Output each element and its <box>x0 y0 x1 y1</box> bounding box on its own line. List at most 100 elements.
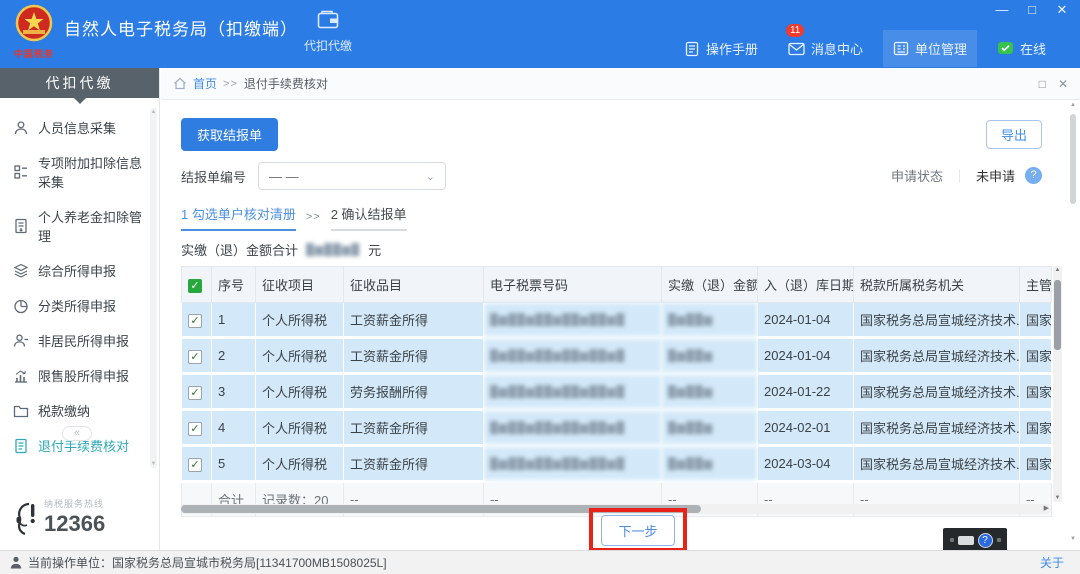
user-icon <box>10 556 22 569</box>
window-close-button[interactable]: ✕ <box>1054 2 1070 18</box>
scroll-down-icon[interactable]: ▼ <box>1053 495 1062 501</box>
apply-status-row: 申请状态 ｜ 未申请 ? <box>891 166 1042 185</box>
row-checkbox-cell: ✓ <box>181 445 212 483</box>
panel-scroll-thumb[interactable] <box>1070 114 1076 204</box>
summary-label: 实缴（退）金额合计 <box>181 243 299 258</box>
widget-help-icon[interactable]: ? <box>977 532 993 548</box>
sidebar-item-classified-income[interactable]: 分类所得申报 <box>0 288 159 323</box>
scroll-down-icon[interactable]: ▼ <box>150 461 157 467</box>
tab-daikou-daijiao[interactable]: 代扣代缴 <box>298 10 358 54</box>
table-row[interactable]: ✓ 2 个人所得税 工资薪金所得 █▆██▆██▆██▆██▆█ █▆██▆ 2… <box>181 337 1052 375</box>
cell-seq: 2 <box>211 337 256 375</box>
col-header-project: 征收项目 <box>255 266 344 303</box>
online-status-link[interactable]: 在线 <box>987 30 1056 67</box>
scroll-up-icon[interactable]: ▲ <box>1069 102 1077 108</box>
row-checkbox-cell: ✓ <box>181 373 212 411</box>
widget-dot-icon <box>949 538 954 542</box>
col-header-item: 征收品目 <box>343 266 484 303</box>
select-all-checkbox[interactable]: ✓ <box>188 278 202 293</box>
sidebar-menu: 人员信息采集 专项附加扣除信息采集 个人养老金扣除管理 综合所得申报 分类所得申… <box>0 98 159 463</box>
row-checkbox[interactable]: ✓ <box>188 349 202 364</box>
vertical-scroll-thumb[interactable] <box>1054 280 1061 350</box>
panel-scrollbar[interactable]: ▲ ▼ <box>1069 102 1077 542</box>
sidebar-item-label: 人员信息采集 <box>38 121 117 136</box>
fetch-settlement-button[interactable]: 获取结报单 <box>181 118 279 151</box>
table-row[interactable]: ✓ 1 个人所得税 工资薪金所得 █▆██▆██▆██▆██▆█ █▆██▆ 2… <box>181 302 1052 339</box>
widget-dot-icon <box>996 538 1001 542</box>
sidebar-item-tax-payment[interactable]: 税款缴纳 <box>0 393 159 428</box>
table-vertical-scrollbar[interactable]: ▲ ▼ <box>1053 266 1062 502</box>
row-checkbox[interactable]: ✓ <box>188 421 202 436</box>
cell-seq: 4 <box>211 409 256 447</box>
row-checkbox[interactable]: ✓ <box>188 385 202 400</box>
row-checkbox[interactable]: ✓ <box>188 457 202 472</box>
cell-amount-masked: █▆██▆ <box>661 409 758 447</box>
settlement-number-field-row: 结报单编号 — — ⌄ <box>181 162 447 190</box>
cell-amount-masked: █▆██▆ <box>661 445 758 483</box>
steps-separator: >> <box>305 211 321 223</box>
cell-item: 工资薪金所得 <box>343 302 484 339</box>
cell-agency: 国家税务总局宣城经济技术... <box>853 373 1020 411</box>
panel-maximize-button[interactable]: □ <box>1039 77 1046 91</box>
step-2-tab[interactable]: 2 确认结报单 <box>330 204 407 231</box>
row-checkbox-cell: ✓ <box>181 302 212 339</box>
sidebar-collapse-button[interactable]: « <box>62 426 92 441</box>
row-checkbox[interactable]: ✓ <box>188 313 202 328</box>
message-center-link[interactable]: 11 消息中心 <box>778 24 873 67</box>
settlement-number-select[interactable]: — — ⌄ <box>258 162 447 190</box>
manual-label: 操作手册 <box>705 42 758 57</box>
window-minimize-button[interactable]: — <box>994 2 1010 18</box>
cell-item: 工资薪金所得 <box>343 409 484 447</box>
table-row[interactable]: ✓ 4 个人所得税 工资薪金所得 █▆██▆██▆██▆██▆█ █▆██▆ 2… <box>181 409 1052 447</box>
cell-item: 工资薪金所得 <box>343 445 484 483</box>
sidebar-item-label: 非居民所得申报 <box>38 334 130 349</box>
sidebar-item-comprehensive-income[interactable]: 综合所得申报 <box>0 253 159 288</box>
window-controls: — □ ✕ <box>994 2 1070 18</box>
pension-document-icon <box>15 218 27 234</box>
sidebar-item-nonresident-income[interactable]: 非居民所得申报 <box>0 323 159 358</box>
sidebar-item-personnel-info[interactable]: 人员信息采集 <box>0 110 159 145</box>
sidebar-item-label: 综合所得申报 <box>38 264 117 279</box>
check-list-table: ✓ 序号 征收项目 征收品目 电子税票号码 实缴（退）金额 入（退）库日期 税款… <box>181 266 1052 517</box>
cell-project: 个人所得税 <box>255 409 344 447</box>
col-header-manager: 主管 <box>1019 266 1052 303</box>
manual-link[interactable]: 操作手册 <box>674 30 768 67</box>
export-button[interactable]: 导出 <box>985 120 1042 149</box>
sidebar-item-special-deduction[interactable]: 专项附加扣除信息采集 <box>0 145 159 199</box>
cell-receipt-masked: █▆██▆██▆██▆██▆█ <box>483 337 662 375</box>
sidebar-item-label: 个人养老金扣除管理 <box>38 210 143 244</box>
manual-icon <box>685 41 699 56</box>
scroll-up-icon[interactable]: ▲ <box>150 109 157 115</box>
sidebar-item-pension-deduction[interactable]: 个人养老金扣除管理 <box>0 199 159 253</box>
cell-date: 2024-01-22 <box>757 373 854 411</box>
scroll-down-icon[interactable]: ▼ <box>1069 536 1077 542</box>
sidebar-item-restricted-stock[interactable]: 限售股所得申报 <box>0 358 159 393</box>
layers-icon <box>13 263 29 278</box>
cell-receipt-masked: █▆██▆██▆██▆██▆█ <box>483 445 662 483</box>
row-checkbox-cell: ✓ <box>181 409 212 447</box>
message-badge: 11 <box>785 24 805 37</box>
sidebar-header: 代扣代缴 <box>0 68 159 104</box>
refund-document-icon <box>15 438 27 453</box>
sidebar-scrollbar[interactable]: ▲ ▼ <box>150 108 157 468</box>
breadcrumb-home-link[interactable]: 首页 <box>193 75 217 92</box>
summary-unit: 元 <box>368 243 382 258</box>
breadcrumb-separator: >> <box>223 77 238 90</box>
panel-close-button[interactable]: ✕ <box>1058 77 1068 91</box>
scroll-up-icon[interactable]: ▲ <box>1053 267 1062 273</box>
cell-manager: 国家 <box>1019 337 1052 375</box>
hotline-number: 12366 <box>44 510 106 536</box>
window-maximize-button[interactable]: □ <box>1024 2 1040 18</box>
about-link[interactable]: 关于 <box>1040 554 1064 571</box>
table-row[interactable]: ✓ 3 个人所得税 劳务报酬所得 █▆██▆██▆██▆██▆█ █▆██▆ 2… <box>181 373 1052 411</box>
table-row[interactable]: ✓ 5 个人所得税 工资薪金所得 █▆██▆██▆██▆██▆█ █▆██▆ 2… <box>181 445 1052 483</box>
breadcrumb: 首页 >> 退付手续费核对 □ ✕ <box>161 68 1080 100</box>
scroll-right-icon[interactable]: ▶ <box>1044 504 1049 512</box>
help-icon[interactable]: ? <box>1025 167 1042 184</box>
assist-float-widget[interactable]: ? <box>943 528 1007 552</box>
header-select-all-cell: ✓ <box>181 266 212 303</box>
unit-management-link[interactable]: 单位管理 <box>882 30 977 67</box>
sidebar-item-label: 专项附加扣除信息采集 <box>38 156 143 190</box>
next-step-button[interactable]: 下一步 <box>601 514 675 546</box>
step-1-tab[interactable]: 1 勾选单户核对清册 <box>181 204 296 231</box>
